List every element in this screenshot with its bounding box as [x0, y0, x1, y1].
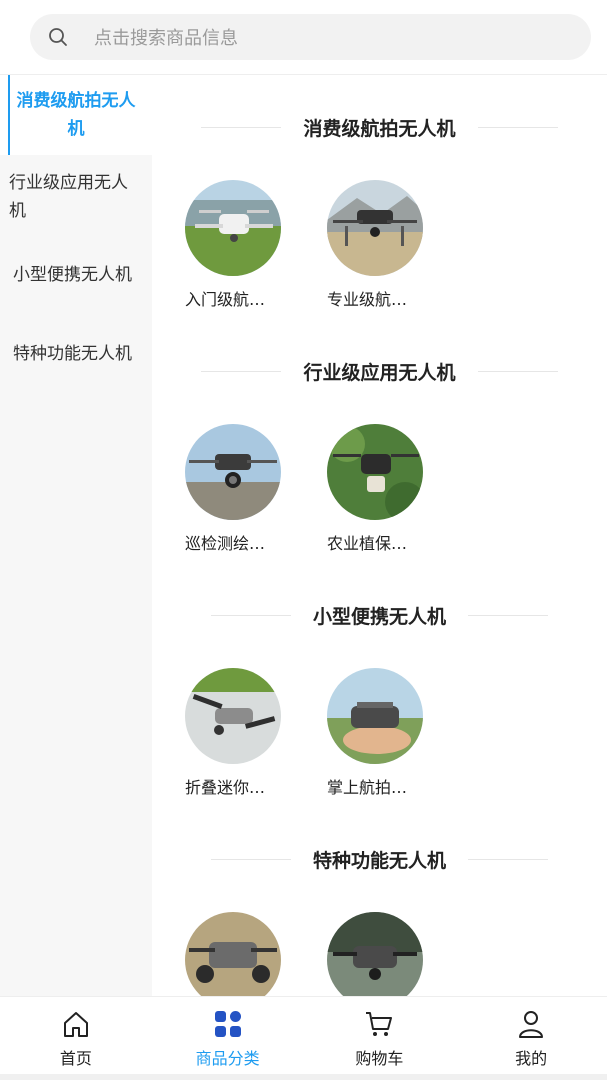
section-title-text: 小型便携无人机 — [312, 605, 446, 628]
sidebar-item-label: 小型便携无人机 — [13, 265, 132, 285]
search-input[interactable]: 点击搜索商品信息 — [30, 14, 591, 60]
product-image — [185, 180, 281, 276]
product-item[interactable]: 掌上航拍… — [327, 668, 427, 798]
product-image — [327, 424, 423, 520]
product-item[interactable]: 入门级航… — [185, 180, 285, 310]
search-bar: 点击搜索商品信息 — [0, 0, 607, 74]
product-item[interactable]: 农业植保… — [327, 424, 427, 554]
section-title-text: 消费级航拍无人机 — [303, 117, 456, 140]
product-image — [185, 424, 281, 520]
sidebar-item-consumer-drones[interactable]: 消费级航拍无人 机 — [0, 75, 152, 155]
title-divider-left — [210, 858, 291, 860]
search-icon — [48, 27, 68, 47]
section-title-text: 特种功能无人机 — [312, 849, 446, 872]
title-divider-left — [201, 126, 282, 128]
sidebar-item-label: 行业级应用无人 — [9, 173, 128, 193]
tab-label: 首页 — [59, 1049, 92, 1068]
sidebar-item-label: 特种功能无人机 — [13, 344, 132, 364]
section-title: 消费级航拍无人机 — [152, 112, 607, 142]
category-icon — [211, 1007, 245, 1041]
tab-profile[interactable]: 我的 — [455, 997, 607, 1080]
sidebar-item-label-cont: 机 — [67, 119, 85, 139]
title-divider-right — [468, 614, 548, 616]
tab-home[interactable]: 首页 — [0, 997, 152, 1080]
active-indicator — [8, 75, 10, 155]
tab-label: 购物车 — [355, 1049, 404, 1068]
product-image — [185, 912, 281, 996]
tab-category[interactable]: 商品分类 — [152, 997, 304, 1080]
section-title-text: 行业级应用无人机 — [303, 361, 456, 384]
product-image — [327, 180, 423, 276]
product-item[interactable] — [327, 912, 427, 996]
product-item[interactable]: 巡检测绘… — [185, 424, 285, 554]
title-divider-right — [468, 858, 548, 860]
sidebar-item-industrial-drones[interactable]: 行业级应用无人 机 — [0, 169, 152, 229]
bottom-tab-bar: 首页 商品分类 购物车 我的 — [0, 996, 607, 1080]
product-label: 折叠迷你… — [185, 778, 266, 797]
sidebar-item-special-drones[interactable]: 特种功能无人机 — [0, 340, 152, 370]
section-title: 行业级应用无人机 — [152, 356, 607, 386]
product-label: 巡检测绘… — [185, 534, 266, 553]
title-divider-left — [210, 614, 291, 616]
sidebar-item-portable-drones[interactable]: 小型便携无人机 — [0, 261, 152, 291]
sidebar-item-label: 消费级航拍无人 — [16, 91, 136, 111]
product-label: 农业植保… — [327, 534, 408, 553]
product-label: 专业级航… — [327, 290, 408, 309]
home-indicator — [0, 1074, 607, 1080]
title-divider-right — [477, 126, 558, 128]
product-image — [185, 668, 281, 764]
cart-icon — [362, 1007, 396, 1041]
product-image — [327, 912, 423, 996]
product-label: 入门级航… — [185, 290, 266, 309]
tab-cart[interactable]: 购物车 — [304, 997, 456, 1080]
section-title: 特种功能无人机 — [152, 844, 607, 874]
title-divider-left — [201, 370, 282, 372]
title-divider-right — [477, 370, 558, 372]
product-label: 掌上航拍… — [327, 778, 408, 797]
product-item[interactable]: 专业级航… — [327, 180, 427, 310]
product-item[interactable] — [185, 912, 285, 996]
category-sidebar: 消费级航拍无人 机 行业级应用无人 机 小型便携无人机 特种功能无人机 — [0, 75, 152, 996]
section-title: 小型便携无人机 — [152, 600, 607, 630]
search-placeholder: 点击搜索商品信息 — [94, 28, 238, 49]
tab-label: 我的 — [515, 1049, 548, 1068]
product-image — [327, 668, 423, 764]
home-icon — [59, 1007, 93, 1041]
tab-label: 商品分类 — [195, 1049, 260, 1068]
product-item[interactable]: 折叠迷你… — [185, 668, 285, 798]
category-content: 消费级航拍无人机 入门级航… 专业级航… 行业级应用无人机 巡检测绘… 农业植保… — [152, 75, 607, 996]
user-icon — [514, 1007, 548, 1041]
sidebar-item-label-cont: 机 — [9, 201, 26, 221]
